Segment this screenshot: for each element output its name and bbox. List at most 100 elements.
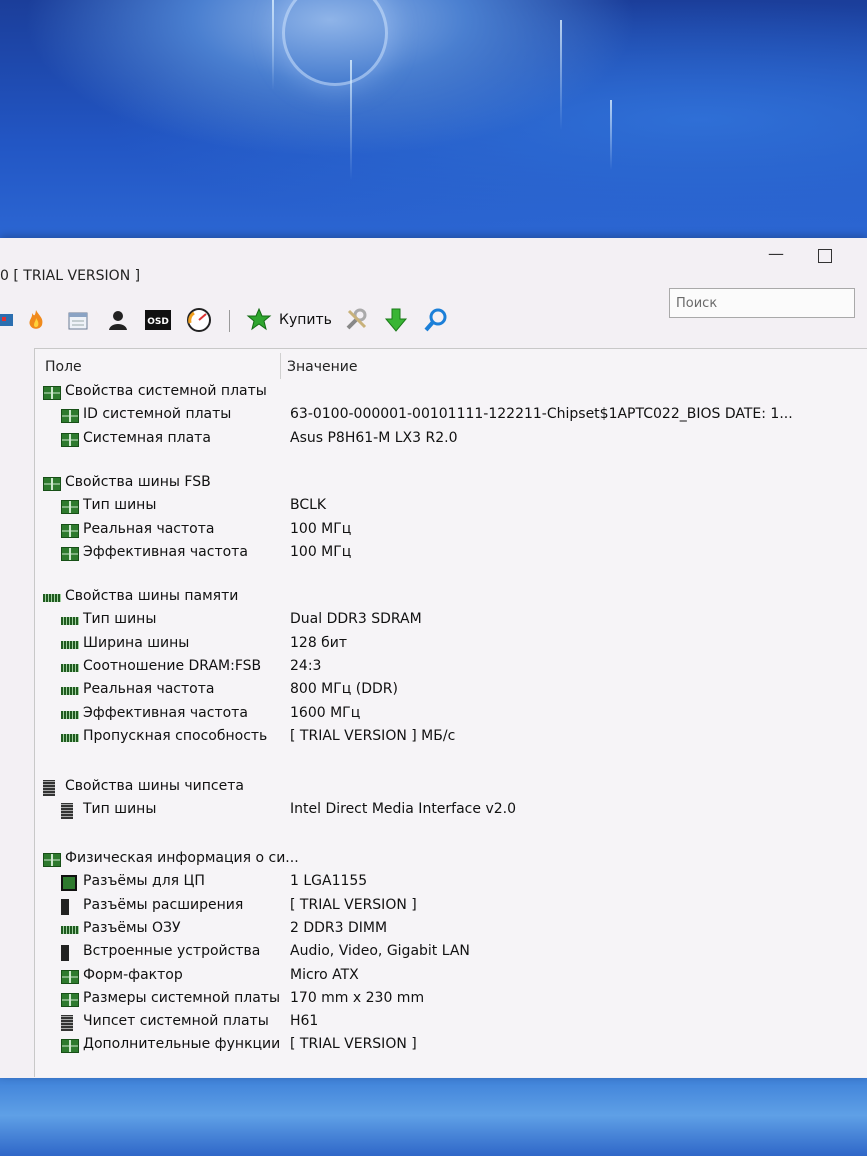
group-title: Свойства шины чипсета [65,778,244,794]
property-row[interactable]: Разъёмы расширения [ TRIAL VERSION ] [35,897,867,919]
property-value: 1600 МГц [290,704,361,721]
property-label: Эффективная частота [83,543,248,560]
search-icon[interactable] [422,306,450,334]
group-row[interactable]: Свойства шины памяти [35,588,867,610]
board-icon[interactable] [0,306,20,334]
property-value: 1 LGA1155 [290,873,368,890]
property-value: 128 бит [290,634,348,651]
property-icon [61,925,79,934]
light-streak [350,60,352,180]
property-label: Тип шины [83,611,157,628]
property-label: Тип шины [83,801,157,818]
property-row[interactable]: Тип шины Intel Direct Media Interface v2.… [35,801,867,823]
property-row[interactable]: Тип шины BCLK [35,497,867,519]
gauge-icon[interactable] [185,306,213,334]
property-icon [61,640,79,649]
group-icon [43,477,61,491]
column-header-value[interactable]: Значение [287,359,357,375]
property-icon [61,500,79,515]
column-separator[interactable] [280,353,281,379]
property-value: 24:3 [290,657,322,674]
property-icon [61,803,73,820]
property-row[interactable]: ID системной платы 63-0100-000001-0010111… [35,406,867,428]
property-icon [61,1039,79,1054]
osd-icon[interactable]: OSD [144,306,172,334]
property-icon [61,969,79,984]
property-row[interactable]: Системная плата Asus P8H61-M LX3 R2.0 [35,430,867,452]
property-row[interactable]: Дополнительные функции [ TRIAL VERSION ] [35,1036,867,1058]
search-input[interactable] [670,289,854,317]
group-icon [43,780,55,796]
property-icon [61,733,79,742]
property-icon [61,523,79,538]
download-icon[interactable] [382,306,410,334]
property-row[interactable]: Тип шины Dual DDR3 SDRAM [35,611,867,633]
property-value: [ TRIAL VERSION ] [290,1036,417,1053]
property-row[interactable]: Эффективная частота 1600 МГц [35,705,867,727]
property-icon [61,945,69,962]
group-icon [43,386,61,400]
property-row[interactable]: Соотношение DRAM:FSB 24:3 [35,658,867,680]
buy-button[interactable]: Купить [279,312,332,328]
property-label: Пропускная способность [83,727,268,744]
desktop-wallpaper-bottom [0,1075,867,1156]
property-value: Audio, Video, Gigabit LAN [290,943,470,960]
property-label: Дополнительные функции [83,1036,281,1053]
property-icon [61,409,79,424]
property-icon [61,992,79,1007]
window-title: 0 [ TRIAL VERSION ] [0,268,141,284]
property-label: Разъёмы ОЗУ [83,919,181,936]
property-label: Встроенные устройства [83,943,261,960]
group-row[interactable]: Свойства шины FSB [35,474,867,496]
property-row[interactable]: Эффективная частота 100 МГц [35,544,867,566]
property-row[interactable]: Разъёмы ОЗУ 2 DDR3 DIMM [35,920,867,942]
property-value: [ TRIAL VERSION ] МБ/с [290,727,456,744]
property-row[interactable]: Реальная частота 100 МГц [35,521,867,543]
group-icon [43,594,61,602]
property-row[interactable]: Форм-фактор Micro ATX [35,967,867,989]
property-value: 63-0100-000001-00101111-122211-Chipset$1… [290,406,793,423]
property-value: H61 [290,1013,319,1030]
calendar-icon[interactable] [64,306,92,334]
property-row[interactable]: Чипсет системной платы H61 [35,1013,867,1035]
minimize-button[interactable]: — [768,244,784,263]
property-icon [61,898,69,915]
property-row[interactable]: Размеры системной платы 170 mm x 230 mm [35,990,867,1012]
group-row[interactable]: Физическая информация о си... [35,850,867,872]
property-icon [61,546,79,561]
property-label: Эффективная частота [83,704,248,721]
property-label: Разъёмы расширения [83,896,244,913]
property-row[interactable]: Реальная частота 800 МГц (DDR) [35,681,867,703]
property-value: 100 МГц [290,543,352,560]
property-label: Реальная частота [83,681,215,698]
property-row[interactable]: Пропускная способность [ TRIAL VERSION ] … [35,728,867,750]
user-icon[interactable] [104,306,132,334]
property-icon [61,710,79,719]
maximize-button[interactable] [818,249,832,263]
property-label: ID системной платы [83,406,232,423]
group-row[interactable]: Свойства шины чипсета [35,778,867,800]
property-label: Тип шины [83,497,157,514]
property-icon [61,875,77,892]
light-streak [560,20,562,130]
property-icon [61,617,79,626]
property-label: Форм-фактор [83,966,183,983]
buy-icon[interactable] [245,306,273,334]
property-row[interactable]: Ширина шины 128 бит [35,635,867,657]
flame-icon[interactable] [22,306,50,334]
desktop-wallpaper [0,0,867,260]
light-streak [610,100,612,170]
property-row[interactable]: Разъёмы для ЦП 1 LGA1155 [35,873,867,895]
group-row[interactable]: Свойства системной платы [35,383,867,405]
property-row[interactable]: Встроенные устройства Audio, Video, Gigab… [35,943,867,965]
property-icon [61,663,79,672]
property-value: 2 DDR3 DIMM [290,919,388,936]
app-window: 0 [ TRIAL VERSION ] — OSD Купить Поиск П… [0,238,867,1078]
tools-icon[interactable] [342,306,370,334]
property-value: 170 mm x 230 mm [290,989,425,1006]
property-icon [61,687,79,696]
property-value: 800 МГц (DDR) [290,681,398,698]
column-header-field[interactable]: Поле [45,359,82,375]
group-icon [43,853,61,867]
property-label: Системная плата [83,429,211,446]
